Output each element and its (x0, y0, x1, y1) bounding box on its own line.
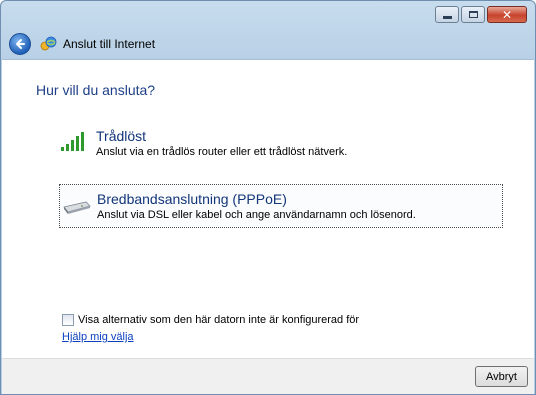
back-button[interactable] (9, 33, 31, 55)
wizard-footer: Avbryt (2, 358, 534, 394)
cancel-button[interactable]: Avbryt (475, 366, 528, 387)
maximize-icon (468, 11, 478, 18)
modem-icon (62, 201, 92, 218)
option-wireless-description: Anslut via en trådlös router eller ett t… (96, 146, 348, 158)
wizard-header: Anslut till Internet (1, 29, 535, 59)
show-unconfigured-checkbox[interactable] (62, 314, 74, 326)
wizard-content: Hur vill du ansluta? Trådlöst Anslut via… (2, 59, 534, 359)
close-icon: ✕ (501, 7, 513, 22)
option-broadband-title: Bredbandsanslutning (PPPoE) (97, 191, 287, 207)
window-controls: ✕ (435, 6, 527, 23)
network-globe-icon (39, 36, 57, 52)
option-broadband-pppoe[interactable]: Bredbandsanslutning (PPPoE) Anslut via D… (59, 184, 503, 228)
option-wireless-title: Trådlöst (96, 128, 147, 144)
close-button[interactable]: ✕ (487, 6, 527, 23)
option-wireless[interactable]: Trådlöst Anslut via en trådlös router el… (59, 122, 503, 164)
page-heading: Hur vill du ansluta? (36, 82, 156, 98)
show-unconfigured-label[interactable]: Visa alternativ som den här datorn inte … (78, 314, 359, 326)
wizard-window: ✕ Anslut till Internet Hur vill du anslu… (0, 0, 536, 395)
help-me-choose-link[interactable]: Hjälp mig välja (62, 331, 134, 343)
wireless-signal-icon (61, 132, 87, 155)
minimize-icon (442, 16, 452, 19)
maximize-button[interactable] (461, 6, 485, 23)
option-broadband-description: Anslut via DSL eller kabel och ange anvä… (97, 209, 416, 221)
back-arrow-icon (16, 39, 25, 49)
wizard-title: Anslut till Internet (63, 37, 156, 51)
show-unconfigured-row[interactable]: Visa alternativ som den här datorn inte … (62, 314, 359, 326)
minimize-button[interactable] (435, 6, 459, 23)
